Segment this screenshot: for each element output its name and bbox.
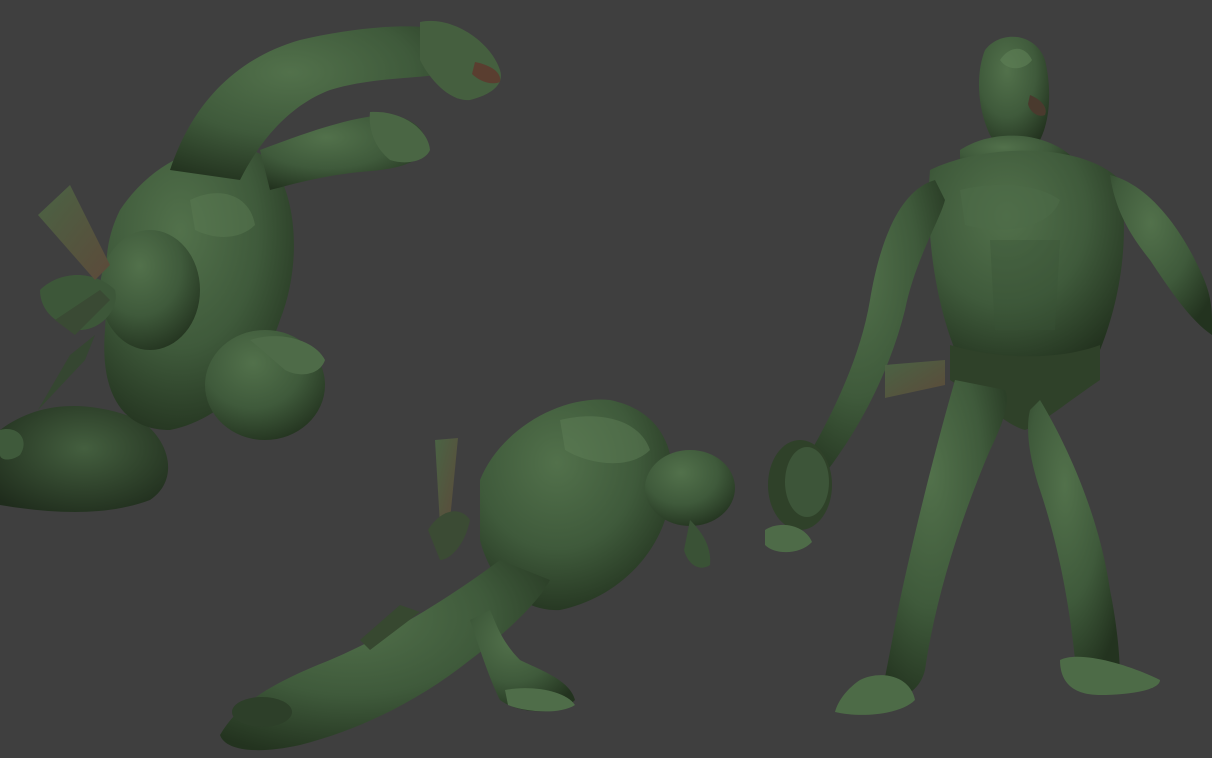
- figure-crouching: [220, 399, 735, 751]
- figure-top-view: [0, 20, 501, 512]
- figure-standing: [765, 36, 1212, 715]
- sculpt-canvas: [0, 20, 1212, 751]
- 3d-viewport[interactable]: [0, 0, 1212, 758]
